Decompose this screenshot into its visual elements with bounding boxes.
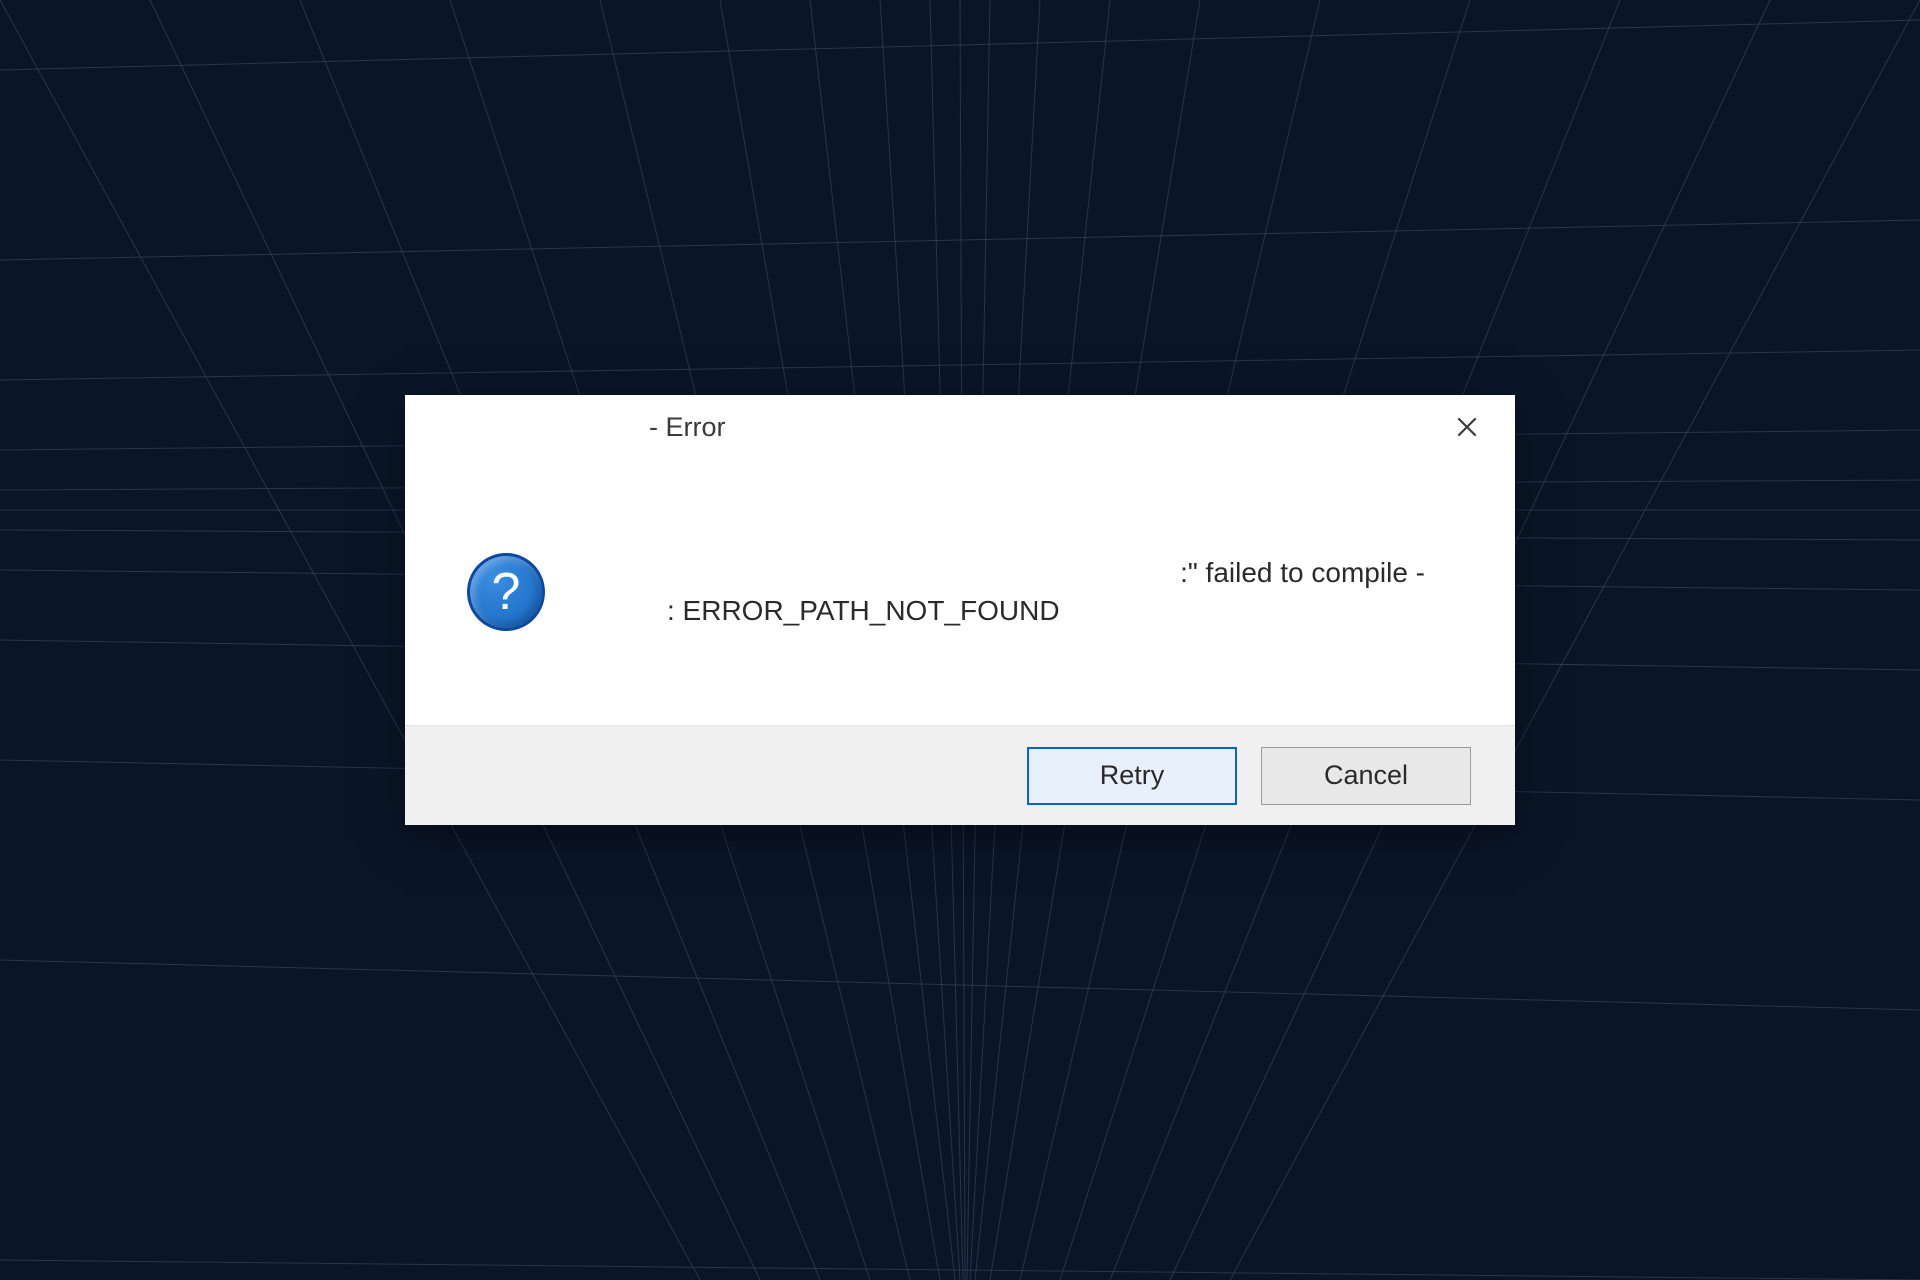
dialog-buttonbar: Retry Cancel — [405, 725, 1515, 825]
dialog-titlebar: - Error — [405, 395, 1515, 459]
cancel-button[interactable]: Cancel — [1261, 747, 1471, 805]
dialog-content: ? :" failed to compile - : ERROR_PATH_NO… — [405, 459, 1515, 725]
close-button[interactable] — [1443, 403, 1491, 451]
dialog-message: :" failed to compile - : ERROR_PATH_NOT_… — [547, 554, 1465, 630]
message-line-2: : ERROR_PATH_NOT_FOUND — [667, 592, 1465, 630]
close-icon — [1454, 414, 1480, 440]
dialog-title: - Error — [405, 412, 726, 443]
message-line-1: :" failed to compile - — [667, 554, 1465, 592]
question-icon: ? — [467, 553, 545, 631]
dialog-icon-holder: ? — [465, 551, 547, 633]
retry-button[interactable]: Retry — [1027, 747, 1237, 805]
error-dialog: - Error ? :" failed to compile - : ERROR… — [405, 395, 1515, 825]
